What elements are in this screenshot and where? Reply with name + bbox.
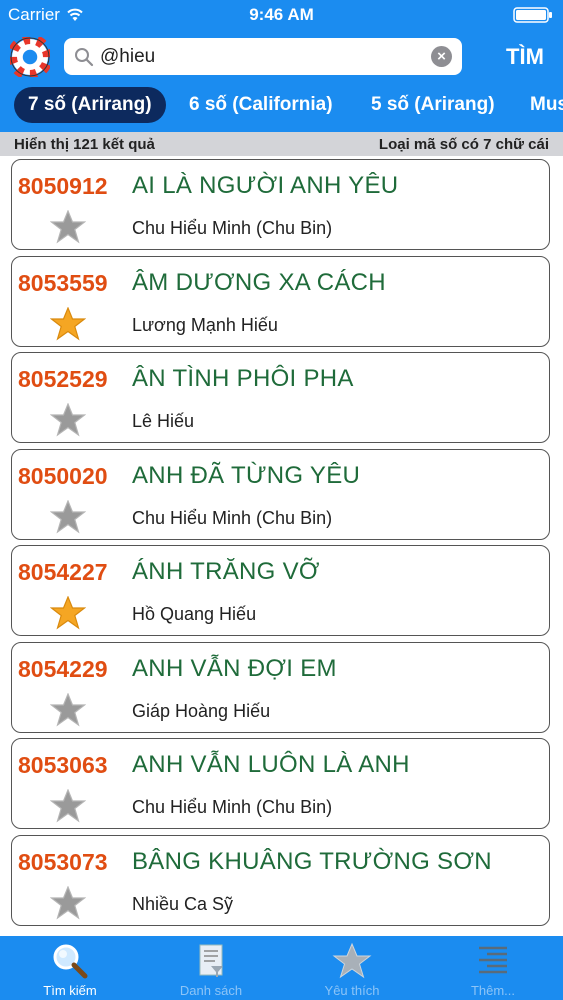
song-code: 8052529 xyxy=(18,366,108,392)
tabbar-list[interactable]: Danh sách xyxy=(141,936,281,1000)
tab-6-digit-california[interactable]: 6 số (California) xyxy=(175,87,347,123)
song-title: AI LÀ NGƯỜI ANH YÊU xyxy=(132,172,399,199)
song-artist: Giáp Hoàng Hiếu xyxy=(132,700,271,721)
search-button[interactable]: TÌM xyxy=(490,40,560,74)
song-code: 8053073 xyxy=(18,848,108,875)
song-code: 8053559 xyxy=(18,269,108,296)
song-card[interactable]: 8053073 BÂNG KHUÂNG TRƯỜNG SƠN Nhiều Ca Sỹ xyxy=(11,834,550,926)
tab-music-partial[interactable]: Mus xyxy=(516,87,563,123)
song-code: 8054229 xyxy=(18,655,108,682)
song-title: ANH VẪN ĐỢI EM xyxy=(132,654,337,682)
lifebuoy-icon[interactable] xyxy=(10,37,50,77)
song-artist: Lê Hiếu xyxy=(132,411,195,431)
battery-icon xyxy=(513,7,552,23)
tabbar-search-label: Tìm kiếm xyxy=(43,983,97,998)
song-code: 8053063 xyxy=(18,752,108,778)
song-card[interactable]: 8053063 ANH VẪN LUÔN LÀ ANH Chu Hiểu Minh … xyxy=(11,738,550,829)
star-icon[interactable] xyxy=(50,692,86,727)
header-bar: Carrier 9:46 AM × TÌM 7 số (Arirang) xyxy=(0,0,563,132)
tabbar-favorites[interactable]: Yêu thích xyxy=(282,936,422,1000)
status-time: 9:46 AM xyxy=(249,5,314,24)
song-card[interactable]: 8050912 AI LÀ NGƯỜI ANH YÊU Chu Hiểu Minh … xyxy=(11,159,550,250)
clear-search-icon[interactable]: × xyxy=(431,46,452,67)
code-type-label: Loại mã số có 7 chữ cái xyxy=(378,136,549,153)
star-icon[interactable] xyxy=(50,499,86,534)
favorite-star-icon[interactable] xyxy=(50,306,86,341)
category-tabs: 7 số (Arirang) 6 số (California) 5 số (A… xyxy=(0,86,563,124)
song-artist: Nhiều Ca Sỹ xyxy=(132,893,234,914)
tabbar-favorites-label: Yêu thích xyxy=(324,983,380,998)
song-artist: Chu Hiểu Minh (Chu Bin) xyxy=(132,797,333,817)
search-input[interactable] xyxy=(100,42,420,71)
song-title: BÂNG KHUÂNG TRƯỜNG SƠN xyxy=(132,847,492,875)
song-title: ÂM DƯƠNG XA CÁCH xyxy=(132,268,386,296)
song-code: 8050020 xyxy=(18,462,108,489)
song-artist: Lương Mạnh Hiếu xyxy=(132,314,278,335)
song-title: ÁNH TRĂNG VỠ xyxy=(132,558,320,585)
song-artist: Chu Hiểu Minh (Chu Bin) xyxy=(132,218,333,238)
tabbar-more-label: Thêm... xyxy=(470,983,516,998)
star-icon[interactable] xyxy=(50,210,86,244)
song-card[interactable]: 8054229 ANH VẪN ĐỢI EM Giáp Hoàng Hiếu xyxy=(11,641,550,733)
tabbar-list-label: Danh sách xyxy=(179,983,243,998)
bottom-tab-bar: Tìm kiếm Danh sách Yêu thích Thêm... xyxy=(0,936,563,1000)
result-count: Hiển thị 121 kết quả xyxy=(14,136,155,153)
song-card[interactable]: 8053559 ÂM DƯƠNG XA CÁCH Lương Mạnh Hiếu xyxy=(11,255,550,347)
favorite-star-icon[interactable] xyxy=(50,596,86,630)
song-card[interactable]: 8054227 ÁNH TRĂNG VỠ Hồ Quang Hiếu xyxy=(11,545,550,636)
song-title: ANH VẪN LUÔN LÀ ANH xyxy=(132,751,410,778)
song-card[interactable]: 8052529 ÂN TÌNH PHÔI PHA Lê Hiếu xyxy=(11,352,550,443)
star-icon xyxy=(332,942,372,979)
song-artist: Hồ Quang Hiếu xyxy=(132,604,257,624)
song-card[interactable]: 8050020 ANH ĐÃ TỪNG YÊU Chu Hiểu Minh (Chu… xyxy=(11,448,550,540)
tab-7-digit-arirang[interactable]: 7 số (Arirang) xyxy=(14,87,166,123)
song-code: 8050912 xyxy=(18,173,108,199)
star-icon[interactable] xyxy=(50,789,86,823)
results-info-bar: Hiển thị 121 kết quả Loại mã số có 7 chữ… xyxy=(0,132,563,156)
tabbar-search[interactable]: Tìm kiếm xyxy=(0,936,140,1000)
song-code: 8054227 xyxy=(18,559,108,585)
tab-5-digit-arirang[interactable]: 5 số (Arirang) xyxy=(357,87,509,123)
search-box[interactable]: × xyxy=(64,38,462,75)
song-list[interactable]: 8050912 AI LÀ NGƯỜI ANH YÊU Chu Hiểu Minh … xyxy=(0,156,563,936)
status-bar: Carrier 9:46 AM xyxy=(0,0,563,30)
tabbar-more[interactable]: Thêm... xyxy=(423,936,563,1000)
star-icon[interactable] xyxy=(50,403,86,437)
document-list-icon xyxy=(199,944,223,977)
song-title: ANH ĐÃ TỪNG YÊU xyxy=(132,461,361,489)
song-artist: Chu Hiểu Minh (Chu Bin) xyxy=(132,507,333,528)
song-title: ÂN TÌNH PHÔI PHA xyxy=(132,365,354,392)
more-list-icon xyxy=(479,946,507,974)
star-icon[interactable] xyxy=(50,885,86,920)
magnifier-icon xyxy=(53,944,88,979)
search-icon xyxy=(75,48,94,67)
